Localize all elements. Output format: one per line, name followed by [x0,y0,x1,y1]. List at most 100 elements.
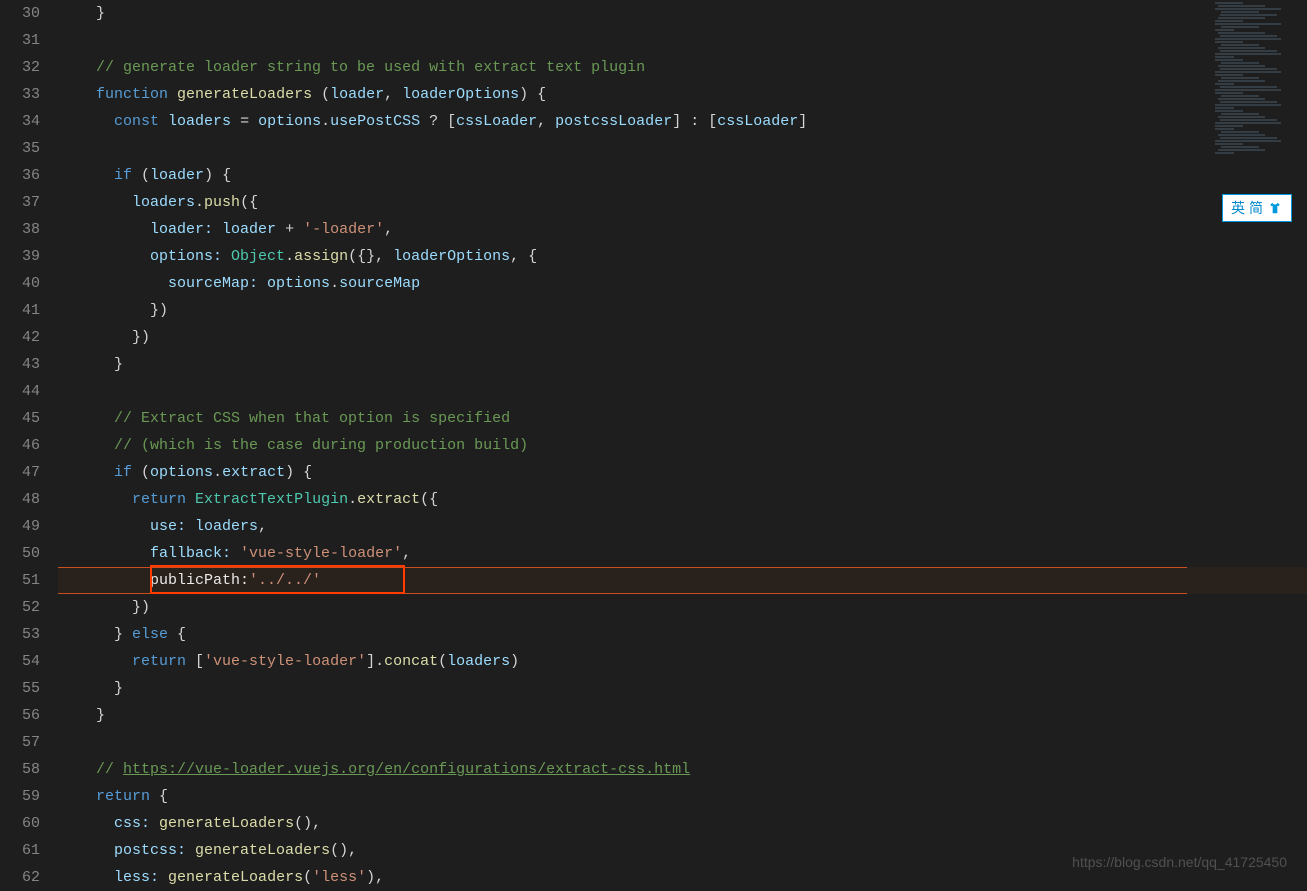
code-token: sourceMap: [168,275,258,292]
code-token: function [96,86,168,103]
line-number: 36 [0,162,40,189]
code-token: + [276,221,303,238]
code-content-area[interactable]: } // generate loader string to be used w… [58,0,1307,880]
code-token: ({ [240,194,258,211]
code-token: loader [330,86,384,103]
code-token: options [258,113,321,130]
code-token: publicPath: [150,572,249,589]
code-line[interactable]: }) [58,594,1307,621]
code-line[interactable] [58,27,1307,54]
line-number: 43 [0,351,40,378]
code-token: }) [78,329,150,346]
line-number: 51 [0,567,40,594]
code-line[interactable]: options: Object.assign({}, loaderOptions… [58,243,1307,270]
code-line[interactable]: use: loaders, [58,513,1307,540]
code-token [78,761,96,778]
code-token: , { [510,248,537,265]
watermark-text: https://blog.csdn.net/qq_41725450 [1072,854,1287,870]
code-line[interactable] [58,378,1307,405]
code-token: ( [132,167,150,184]
code-token [213,221,222,238]
code-token [78,410,114,427]
code-token: // generate loader string to be used wit… [96,59,645,76]
code-line[interactable] [58,135,1307,162]
ime-text-1: 英 [1231,198,1245,218]
line-number: 37 [0,189,40,216]
code-line[interactable]: const loaders = options.usePostCSS ? [cs… [58,108,1307,135]
code-token [78,788,96,805]
line-number: 61 [0,837,40,864]
code-token: ( [303,869,312,886]
code-token: ] [798,113,807,130]
code-token: // (which is the case during production … [114,437,528,454]
code-line[interactable]: loader: loader + '-loader', [58,216,1307,243]
code-token: ({}, [348,248,393,265]
line-number: 57 [0,729,40,756]
code-line[interactable]: } [58,675,1307,702]
code-token: (), [330,842,357,859]
code-line[interactable] [58,729,1307,756]
code-token [258,275,267,292]
code-token [78,815,114,832]
code-token [78,464,114,481]
code-token: css: [114,815,150,832]
code-token: { [168,626,186,643]
code-line[interactable]: publicPath:'../../' [58,567,1307,594]
code-token: ( [438,653,447,670]
code-line[interactable]: return ExtractTextPlugin.extract({ [58,486,1307,513]
code-token [231,545,240,562]
code-token: generateLoaders [195,842,330,859]
code-token: generateLoaders [159,815,294,832]
line-number: 30 [0,0,40,27]
code-line[interactable]: function generateLoaders (loader, loader… [58,81,1307,108]
code-line[interactable]: } [58,0,1307,27]
code-line[interactable]: loaders.push({ [58,189,1307,216]
code-token: loaders [195,518,258,535]
code-editor[interactable]: 3031323334353637383940414243444546474849… [0,0,1307,880]
code-token: less: [114,869,159,886]
code-token: 'vue-style-loader' [240,545,402,562]
code-token: assign [294,248,348,265]
code-token: options [150,464,213,481]
code-token: options [267,275,330,292]
ime-language-badge[interactable]: 英 简 [1222,194,1292,222]
code-line[interactable]: if (loader) { [58,162,1307,189]
code-line[interactable]: }) [58,324,1307,351]
code-token: '-loader' [303,221,384,238]
code-token: if [114,464,132,481]
code-token [222,248,231,265]
code-token: , [384,221,393,238]
code-line[interactable]: }) [58,297,1307,324]
code-line[interactable]: if (options.extract) { [58,459,1307,486]
code-token [78,113,114,130]
code-token [78,572,150,589]
code-line[interactable]: css: generateLoaders(), [58,810,1307,837]
code-line[interactable]: fallback: 'vue-style-loader', [58,540,1307,567]
code-token: // [96,761,123,778]
code-token: postcss: [114,842,186,859]
line-number: 42 [0,324,40,351]
code-token: { [150,788,168,805]
code-token [78,653,132,670]
code-token: // Extract CSS when that option is speci… [114,410,510,427]
code-line[interactable]: return { [58,783,1307,810]
code-line[interactable]: // Extract CSS when that option is speci… [58,405,1307,432]
code-token: loaderOptions [393,248,510,265]
code-line[interactable]: } [58,702,1307,729]
code-token: , [537,113,555,130]
code-token: ) { [285,464,312,481]
code-token: ( [132,464,150,481]
code-line[interactable]: // (which is the case during production … [58,432,1307,459]
code-line[interactable]: sourceMap: options.sourceMap [58,270,1307,297]
code-line[interactable]: // https://vue-loader.vuejs.org/en/confi… [58,756,1307,783]
code-token: loader: [150,221,213,238]
code-line[interactable]: } else { [58,621,1307,648]
code-line[interactable]: return ['vue-style-loader'].concat(loade… [58,648,1307,675]
minimap[interactable] [1210,2,1305,182]
code-line[interactable]: // generate loader string to be used wit… [58,54,1307,81]
code-token: cssLoader [456,113,537,130]
code-line[interactable]: } [58,351,1307,378]
line-number: 33 [0,81,40,108]
code-token: } [78,680,123,697]
line-number: 53 [0,621,40,648]
